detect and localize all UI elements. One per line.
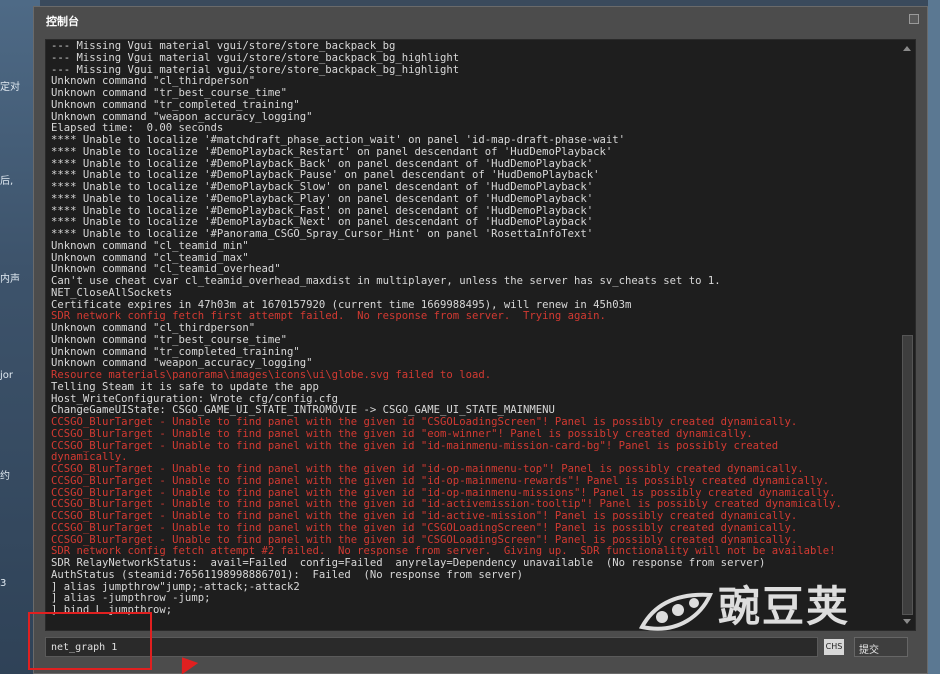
- background-text-fragment: 约: [0, 471, 10, 482]
- submit-button[interactable]: 提交: [854, 637, 908, 657]
- log-line: **** Unable to localize '#DemoPlayback_R…: [51, 145, 613, 158]
- ime-indicator[interactable]: CHS: [824, 639, 844, 655]
- console-log[interactable]: --- Missing Vgui material vgui/store/sto…: [45, 39, 916, 631]
- background-text-fragment: 内声: [0, 274, 20, 285]
- background-text-fragment: jor: [0, 370, 14, 381]
- log-line: AuthStatus (steamid:76561198998886701): …: [51, 568, 523, 581]
- scrollbar[interactable]: [901, 42, 913, 628]
- log-line: Telling Steam it is safe to update the a…: [51, 380, 319, 393]
- log-line: CCSGO_BlurTarget - Unable to find panel …: [51, 474, 830, 487]
- log-line: CCSGO_BlurTarget - Unable to find panel …: [51, 463, 804, 475]
- log-line: Unknown command "cl_teamid_min": [51, 239, 249, 252]
- log-line: --- Missing Vgui material vgui/store/sto…: [51, 51, 460, 64]
- title-bar[interactable]: 控制台: [34, 7, 927, 33]
- window-title: 控制台: [46, 15, 79, 28]
- log-line: CCSGO_BlurTarget - Unable to find panel …: [51, 416, 798, 428]
- background-text-fragment: 定对: [0, 82, 20, 93]
- scroll-down-arrow-icon[interactable]: [903, 619, 911, 624]
- console-window: 控制台 --- Missing Vgui material vgui/store…: [33, 6, 928, 674]
- log-lines: --- Missing Vgui material vgui/store/sto…: [51, 40, 897, 617]
- log-line: CCSGO_BlurTarget - Unable to find panel …: [51, 510, 798, 522]
- log-line: Unknown command "cl_thirdperson": [51, 322, 256, 334]
- scroll-up-arrow-icon[interactable]: [903, 46, 911, 51]
- log-line: CCSGO_BlurTarget - Unable to find panel …: [51, 427, 753, 440]
- annotation-highlight-box: [28, 612, 152, 670]
- close-icon[interactable]: [909, 14, 919, 24]
- scrollbar-thumb[interactable]: [902, 335, 913, 615]
- log-line: --- Missing Vgui material vgui/store/sto…: [51, 40, 396, 52]
- log-line: **** Unable to localize '#matchdraft_pha…: [51, 134, 626, 146]
- desktop-background-right: [928, 0, 940, 674]
- log-line: CCSGO_BlurTarget - Unable to find panel …: [51, 439, 779, 452]
- log-line: ] bind L jumpthrow;: [51, 604, 173, 616]
- log-line: Unknown command "tr_completed_training": [51, 98, 300, 111]
- log-line: Unknown command "tr_best_course_time": [51, 333, 287, 346]
- log-line: Unknown command "tr_best_course_time": [51, 87, 287, 99]
- background-text-fragment: 3: [0, 578, 7, 589]
- log-line: Can't use cheat cvar cl_teamid_overhead_…: [51, 275, 721, 287]
- log-line: ] alias -jumpthrow -jump;: [51, 592, 211, 605]
- command-input[interactable]: [45, 637, 818, 657]
- log-line: **** Unable to localize '#Panorama_CSGO_…: [51, 228, 594, 240]
- log-line: CCSGO_BlurTarget - Unable to find panel …: [51, 521, 798, 534]
- background-text-fragment: 后,: [0, 176, 14, 187]
- log-line: Resource materials\panorama\images\icons…: [51, 369, 492, 381]
- log-line: SDR RelayNetworkStatus: avail=Failed con…: [51, 557, 766, 569]
- log-line: NET_CloseAllSockets: [51, 286, 173, 299]
- log-line: **** Unable to localize '#DemoPlayback_S…: [51, 181, 594, 193]
- log-line: **** Unable to localize '#DemoPlayback_P…: [51, 192, 594, 205]
